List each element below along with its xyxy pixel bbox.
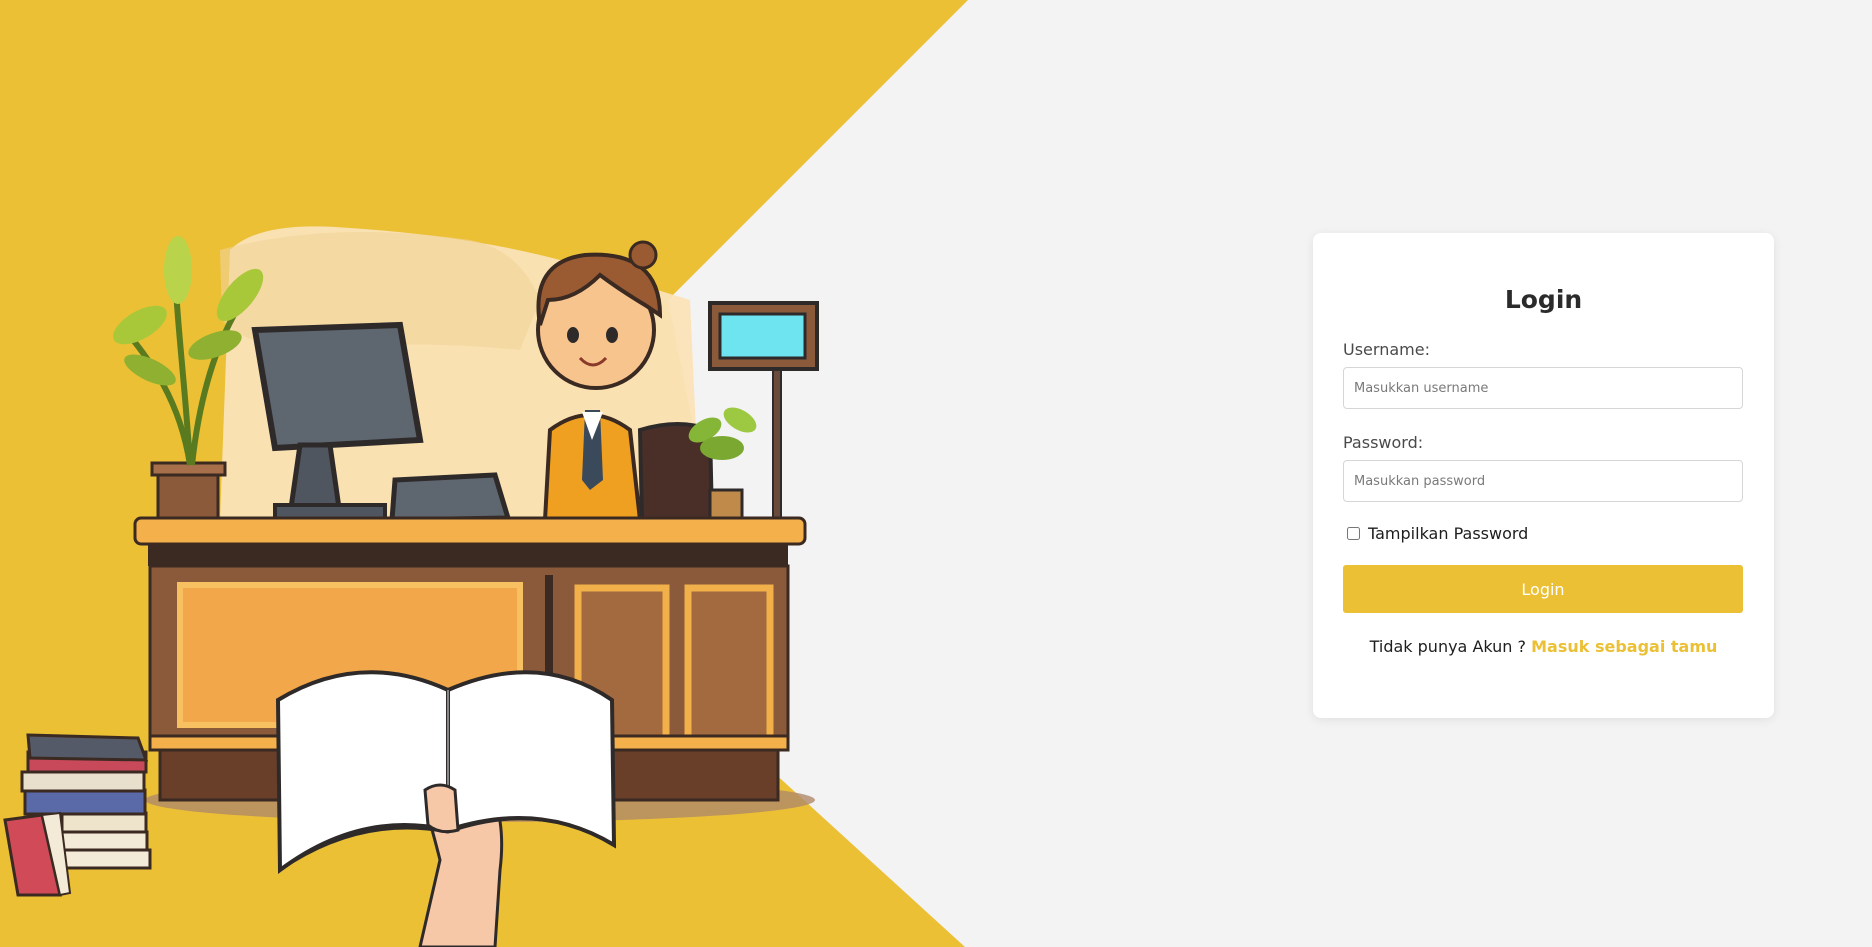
login-title: Login — [1504, 285, 1583, 314]
show-password-row: Tampilkan Password — [1343, 524, 1744, 543]
book-stack-icon — [3, 733, 152, 897]
librarian-desk-illustration — [3, 226, 819, 947]
no-account-text: Tidak punya Akun ? — [1369, 637, 1532, 656]
show-password-label[interactable]: Tampilkan Password — [1368, 524, 1528, 543]
show-password-checkbox[interactable] — [1347, 527, 1360, 540]
username-input[interactable] — [1343, 367, 1743, 409]
password-label: Password: — [1343, 433, 1424, 452]
guest-login-link[interactable]: Masuk sebagai tamu — [1531, 637, 1717, 656]
open-book-in-hand-icon — [275, 670, 617, 947]
guest-prompt: Tidak punya Akun ? Masuk sebagai tamu — [1343, 637, 1744, 656]
password-input[interactable] — [1343, 460, 1743, 502]
username-label: Username: — [1343, 340, 1430, 359]
login-card: Login Username: Password: Tampilkan Pass… — [1313, 233, 1774, 718]
login-button[interactable]: Login — [1343, 565, 1743, 613]
